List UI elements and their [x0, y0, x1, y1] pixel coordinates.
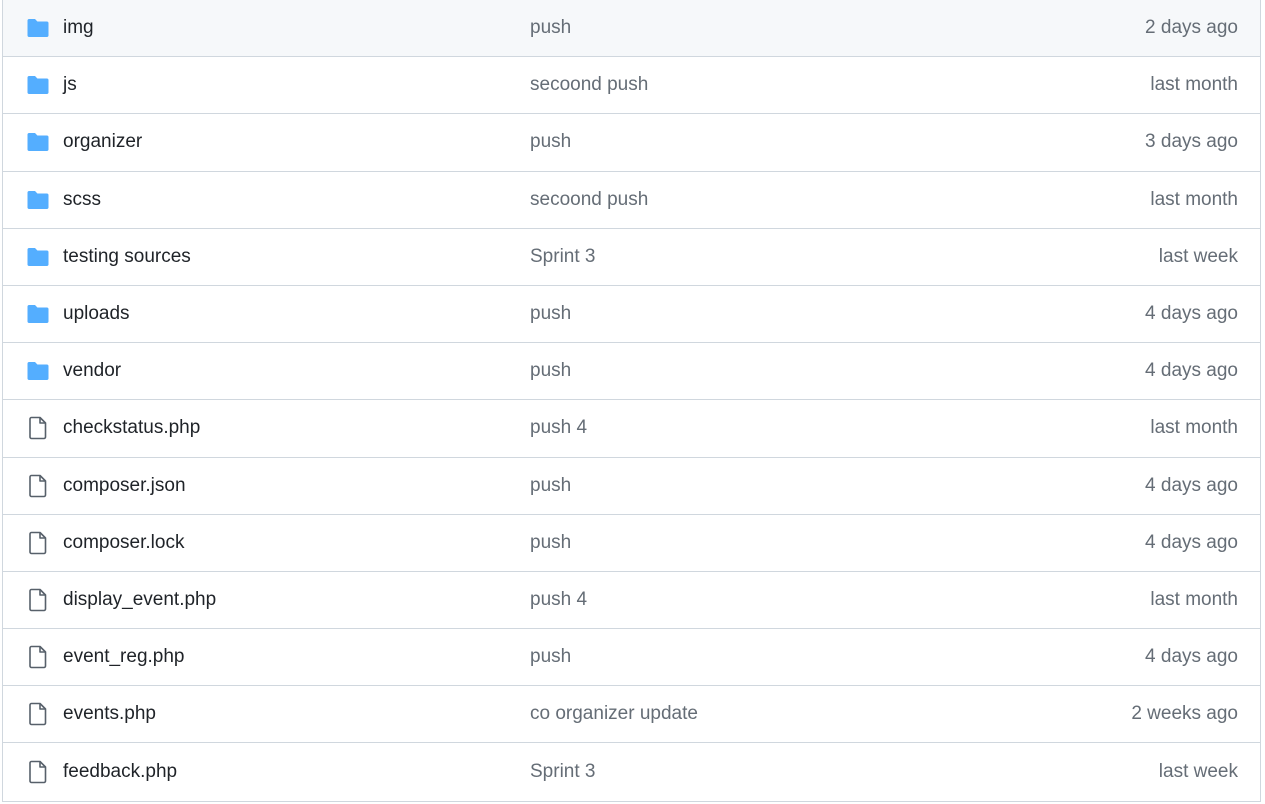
file-row[interactable]: scss secoond push last month: [3, 171, 1260, 229]
file-name-link[interactable]: organizer: [63, 131, 142, 153]
file-name-link[interactable]: event_reg.php: [63, 646, 185, 668]
file-list: img push 2 days ago js secoond push last mont…: [2, 0, 1261, 802]
commit-message-link[interactable]: push 4: [530, 417, 587, 439]
commit-age: last week: [1158, 245, 1238, 267]
commit-message-link[interactable]: push: [530, 360, 571, 382]
commit-age: last month: [1150, 188, 1238, 210]
file-name-link[interactable]: events.php: [63, 703, 156, 725]
file-icon: [25, 703, 51, 726]
file-name-link[interactable]: composer.json: [63, 475, 186, 497]
file-row[interactable]: js secoond push last month: [3, 57, 1260, 115]
file-row[interactable]: uploads push 4 days ago: [3, 285, 1260, 344]
file-row[interactable]: events.php co organizer update 2 weeks ago: [3, 686, 1260, 744]
commit-age: 4 days ago: [1145, 474, 1238, 496]
file-name-link[interactable]: checkstatus.php: [63, 417, 200, 439]
commit-age: last week: [1158, 761, 1238, 783]
folder-icon: [25, 246, 51, 268]
file-row[interactable]: vendor push 4 days ago: [3, 343, 1260, 401]
commit-age: 4 days ago: [1145, 303, 1238, 325]
file-row[interactable]: img push 2 days ago: [3, 0, 1260, 58]
file-name-link[interactable]: testing sources: [63, 246, 191, 268]
file-icon: [25, 417, 51, 440]
file-row[interactable]: event_reg.php push 4 days ago: [3, 629, 1260, 687]
file-icon: [25, 760, 51, 784]
file-icon: [25, 474, 51, 497]
commit-message-link[interactable]: secoond push: [530, 74, 648, 96]
commit-age: 4 days ago: [1145, 646, 1238, 668]
folder-icon: [25, 17, 51, 39]
commit-message-link[interactable]: push: [530, 303, 571, 325]
file-name-link[interactable]: feedback.php: [63, 761, 177, 783]
commit-age: 4 days ago: [1145, 360, 1238, 382]
commit-message-link[interactable]: secoond push: [530, 189, 648, 211]
commit-message-link[interactable]: push: [530, 532, 571, 554]
commit-message-link[interactable]: Sprint 3: [530, 246, 595, 268]
file-icon: [25, 588, 51, 612]
commit-age: last month: [1150, 417, 1238, 439]
commit-message-link[interactable]: co organizer update: [530, 703, 698, 725]
folder-icon: [25, 74, 51, 96]
file-name-link[interactable]: display_event.php: [63, 589, 216, 611]
file-name-link[interactable]: scss: [63, 189, 101, 211]
file-icon: [25, 645, 51, 669]
file-row[interactable]: composer.lock push 4 days ago: [3, 514, 1260, 572]
folder-icon: [25, 303, 51, 325]
file-name-link[interactable]: js: [63, 74, 77, 96]
file-name-link[interactable]: vendor: [63, 360, 121, 382]
commit-message-link[interactable]: push: [530, 17, 571, 39]
commit-age: 3 days ago: [1145, 131, 1238, 153]
folder-icon: [25, 360, 51, 382]
file-icon: [25, 531, 51, 555]
file-name-link[interactable]: composer.lock: [63, 532, 184, 554]
folder-icon: [25, 131, 51, 153]
commit-message-link[interactable]: push 4: [530, 589, 587, 611]
file-row[interactable]: organizer push 3 days ago: [3, 114, 1260, 172]
commit-message-link[interactable]: Sprint 3: [530, 761, 595, 783]
commit-age: 2 days ago: [1145, 17, 1238, 39]
commit-message-link[interactable]: push: [530, 475, 571, 497]
commit-age: 2 weeks ago: [1131, 703, 1238, 725]
commit-age: last month: [1150, 74, 1238, 96]
commit-age: 4 days ago: [1145, 531, 1238, 553]
commit-age: last month: [1150, 588, 1238, 610]
file-row[interactable]: display_event.php push 4 last month: [3, 571, 1260, 630]
file-row[interactable]: composer.json push 4 days ago: [3, 457, 1260, 515]
file-row[interactable]: feedback.php Sprint 3 last week: [3, 743, 1260, 801]
file-row[interactable]: testing sources Sprint 3 last week: [3, 228, 1260, 286]
file-row[interactable]: checkstatus.php push 4 last month: [3, 400, 1260, 458]
commit-message-link[interactable]: push: [530, 646, 571, 668]
commit-message-link[interactable]: push: [530, 131, 571, 153]
file-name-link[interactable]: uploads: [63, 303, 130, 325]
file-name-link[interactable]: img: [63, 17, 94, 39]
folder-icon: [25, 189, 51, 211]
